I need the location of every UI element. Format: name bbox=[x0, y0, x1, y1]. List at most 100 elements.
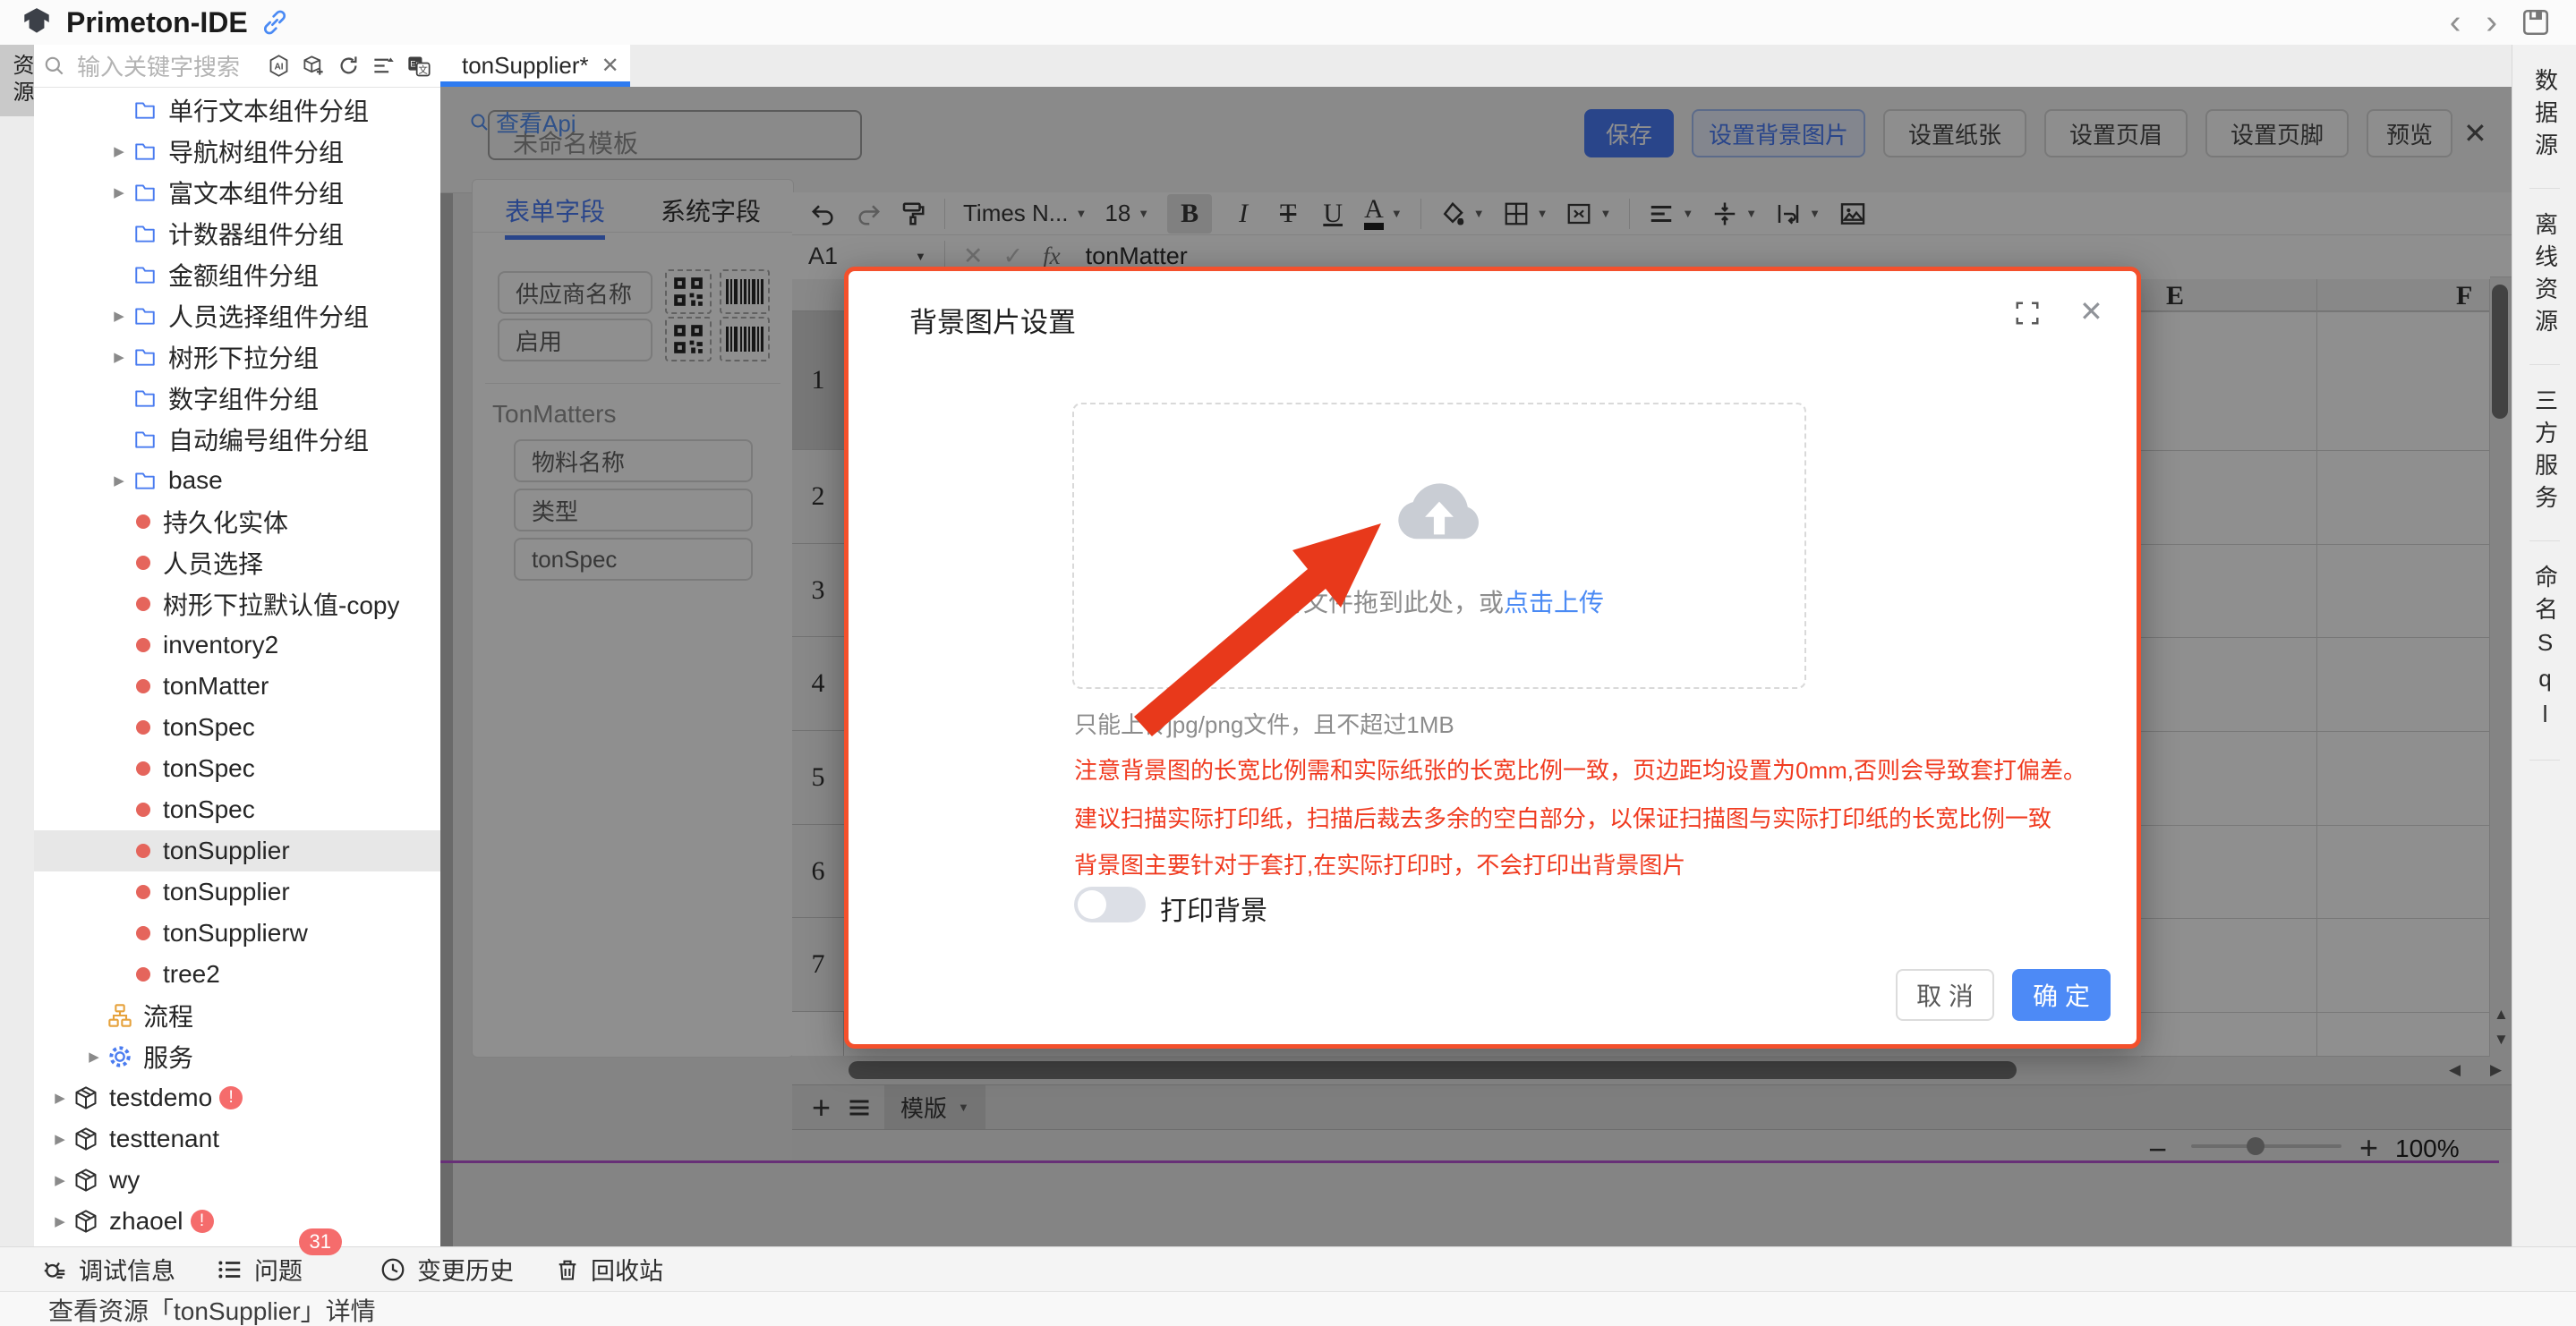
fullscreen-icon[interactable] bbox=[2014, 300, 2041, 331]
tab-tonsupplier[interactable]: tonSupplier* ✕ bbox=[440, 45, 630, 87]
project-cube-icon bbox=[73, 1168, 98, 1193]
trash-icon bbox=[555, 1257, 580, 1282]
expand-arrow-icon[interactable]: ▶ bbox=[106, 472, 132, 489]
nav-back-icon[interactable]: ‹ bbox=[2437, 5, 2474, 39]
add-component-icon[interactable] bbox=[302, 54, 326, 78]
tree-item-tonMatter[interactable]: ▶tonMatter bbox=[34, 666, 440, 707]
ai-icon[interactable]: AI bbox=[267, 54, 291, 78]
tree-item-单行文本组件分组[interactable]: ▶单行文本组件分组 bbox=[34, 89, 440, 131]
tree-item-label: tonSupplier bbox=[163, 837, 290, 865]
project-cube-icon bbox=[73, 1209, 98, 1234]
tree-item-label: 人员选择组件分组 bbox=[168, 298, 369, 334]
link-icon[interactable] bbox=[260, 8, 289, 37]
ok-button[interactable]: 确 定 bbox=[2012, 969, 2111, 1021]
folder-icon bbox=[132, 469, 158, 492]
tree-item-持久化实体[interactable]: ▶持久化实体 bbox=[34, 501, 440, 542]
sort-filter-icon[interactable] bbox=[371, 54, 396, 78]
expand-arrow-icon[interactable]: ▶ bbox=[106, 349, 132, 365]
expand-arrow-icon[interactable]: ▶ bbox=[47, 1131, 73, 1147]
tree-item-tonSpec[interactable]: ▶tonSpec bbox=[34, 789, 440, 830]
cancel-button[interactable]: 取 消 bbox=[1896, 969, 1994, 1021]
tree-item-流程[interactable]: ▶流程 bbox=[34, 995, 440, 1036]
entity-dot-icon bbox=[136, 597, 150, 611]
tree-item-wy[interactable]: ▶wy bbox=[34, 1160, 440, 1201]
app-root: Primeton-IDE ‹ › 资源 输入关键字搜索 AI bbox=[0, 0, 2576, 1326]
tab-third-party-services[interactable]: 三方服务 bbox=[2529, 365, 2560, 541]
tree-item-testdemo[interactable]: ▶testdemo! bbox=[34, 1077, 440, 1118]
tree-item-label: 单行文本组件分组 bbox=[168, 92, 369, 128]
print-background-toggle[interactable] bbox=[1074, 887, 1146, 922]
expand-arrow-icon[interactable]: ▶ bbox=[106, 184, 132, 200]
tree-item-tree2[interactable]: ▶tree2 bbox=[34, 954, 440, 995]
tree-item-label: base bbox=[168, 466, 223, 495]
tree-item-label: tree2 bbox=[163, 960, 220, 989]
toggle-label: 打印背景 bbox=[1160, 888, 1267, 928]
expand-arrow-icon[interactable]: ▶ bbox=[81, 1049, 107, 1065]
recycle-bin-item[interactable]: 回收站 bbox=[555, 1252, 663, 1287]
tree-item-label: 导航树组件分组 bbox=[168, 133, 344, 169]
app-logo-icon bbox=[20, 5, 54, 39]
svg-text:文: 文 bbox=[418, 64, 428, 75]
project-cube-icon bbox=[73, 1126, 98, 1152]
save-floppy-icon[interactable] bbox=[2521, 7, 2551, 38]
tree-item-自动编号组件分组[interactable]: ▶自动编号组件分组 bbox=[34, 419, 440, 460]
tree-item-tonSupplier[interactable]: ▶tonSupplier bbox=[34, 830, 440, 871]
tab-close-icon[interactable]: ✕ bbox=[601, 53, 619, 79]
tree-item-label: 自动编号组件分组 bbox=[168, 421, 369, 457]
debug-info-item[interactable]: 调试信息 bbox=[41, 1252, 175, 1287]
expand-arrow-icon[interactable]: ▶ bbox=[106, 308, 132, 324]
cloud-upload-icon bbox=[1390, 471, 1488, 546]
tree-item-base[interactable]: ▶ base bbox=[34, 460, 440, 501]
entity-dot-icon bbox=[136, 926, 150, 940]
tree-item-tonSpec[interactable]: ▶tonSpec bbox=[34, 707, 440, 748]
tree-item-人员选择组件分组[interactable]: ▶ 人员选择组件分组 bbox=[34, 295, 440, 336]
change-history-item[interactable]: 变更历史 bbox=[380, 1252, 514, 1287]
folder-icon bbox=[132, 98, 158, 122]
tab-named-sql[interactable]: 命名Sql bbox=[2529, 541, 2560, 761]
tree-item-tonSpec[interactable]: ▶tonSpec bbox=[34, 748, 440, 789]
refresh-icon[interactable] bbox=[337, 54, 361, 78]
expand-arrow-icon[interactable]: ▶ bbox=[47, 1172, 73, 1188]
expand-arrow-icon[interactable]: ▶ bbox=[47, 1213, 73, 1229]
close-icon[interactable]: ✕ bbox=[2079, 294, 2103, 328]
tree-item-数字组件分组[interactable]: ▶数字组件分组 bbox=[34, 378, 440, 419]
tree-item-服务[interactable]: ▶服务 bbox=[34, 1036, 440, 1077]
tab-data-source[interactable]: 数据源 bbox=[2529, 45, 2560, 189]
issues-item[interactable]: 问题 31 bbox=[217, 1252, 303, 1287]
tab-offline-resources[interactable]: 离线资源 bbox=[2529, 189, 2560, 365]
tree-item-树形下拉分组[interactable]: ▶树形下拉分组 bbox=[34, 336, 440, 378]
debug-icon bbox=[41, 1256, 68, 1283]
entity-dot-icon bbox=[136, 803, 150, 817]
right-panel-strip: 数据源 离线资源 三方服务 命名Sql bbox=[2512, 45, 2576, 1246]
tree-item-树形下拉默认值-copy[interactable]: ▶树形下拉默认值-copy bbox=[34, 583, 440, 625]
tree-item-inventory2[interactable]: ▶inventory2 bbox=[34, 625, 440, 666]
translate-icon[interactable]: En文 bbox=[406, 54, 431, 79]
tree-item-label: 数字组件分组 bbox=[168, 380, 319, 416]
tab-label: tonSupplier* bbox=[462, 52, 589, 80]
upload-dropzone[interactable]: 将文件拖到此处，或点击上传 bbox=[1072, 403, 1806, 689]
toggle-knob bbox=[1078, 890, 1106, 919]
tree-item-人员选择[interactable]: ▶人员选择 bbox=[34, 542, 440, 583]
error-badge: ! bbox=[191, 1210, 214, 1233]
upload-hint-text: 将文件拖到此处，或点击上传 bbox=[1074, 583, 1808, 619]
folder-icon bbox=[132, 428, 158, 451]
expand-arrow-icon[interactable]: ▶ bbox=[106, 143, 132, 159]
folder-icon bbox=[132, 387, 158, 410]
tree-item-导航树组件分组[interactable]: ▶ 导航树组件分组 bbox=[34, 131, 440, 172]
tree-item-zhaoel[interactable]: ▶zhaoel! bbox=[34, 1201, 440, 1242]
tree-item-testtenant[interactable]: ▶testtenant bbox=[34, 1118, 440, 1160]
issues-count-badge: 31 bbox=[299, 1228, 342, 1255]
tree-item-金额组件分组[interactable]: ▶金额组件分组 bbox=[34, 254, 440, 295]
nav-forward-icon[interactable]: › bbox=[2473, 5, 2510, 39]
expand-arrow-icon[interactable]: ▶ bbox=[47, 1090, 73, 1106]
tree-item-计数器组件分组[interactable]: ▶计数器组件分组 bbox=[34, 213, 440, 254]
tree-item-tonSupplierw[interactable]: ▶tonSupplierw bbox=[34, 913, 440, 954]
resource-tree: ▶单行文本组件分组▶导航树组件分组▶富文本组件分组▶计数器组件分组▶金额组件分组… bbox=[34, 89, 440, 1244]
error-badge: ! bbox=[219, 1086, 243, 1109]
folder-icon bbox=[132, 304, 158, 327]
tree-item-tonSupplier[interactable]: ▶tonSupplier bbox=[34, 871, 440, 913]
search-input[interactable]: 输入关键字搜索 bbox=[77, 49, 256, 82]
tree-item-富文本组件分组[interactable]: ▶富文本组件分组 bbox=[34, 172, 440, 213]
click-upload-link[interactable]: 点击上传 bbox=[1504, 589, 1604, 616]
entity-dot-icon bbox=[136, 967, 150, 982]
